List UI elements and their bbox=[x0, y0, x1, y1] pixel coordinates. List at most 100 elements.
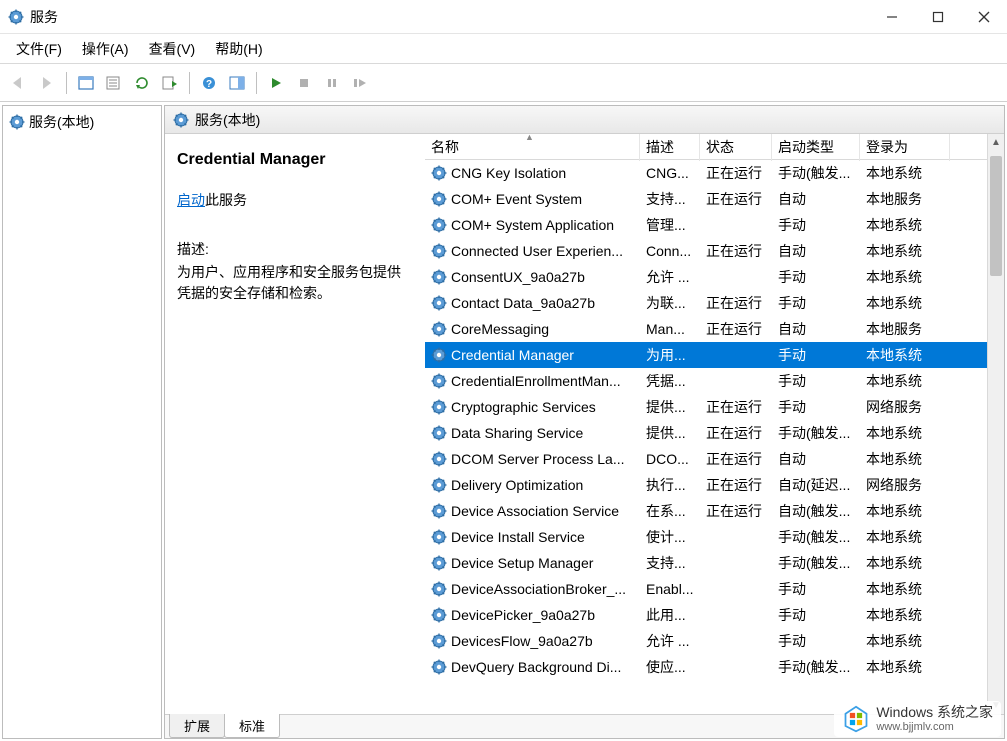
gear-icon bbox=[431, 191, 447, 207]
gear-icon bbox=[431, 321, 447, 337]
gear-icon bbox=[431, 529, 447, 545]
service-row[interactable]: COM+ Event System支持...正在运行自动本地服务 bbox=[425, 186, 987, 212]
service-logon-cell: 本地服务 bbox=[860, 187, 950, 211]
service-desc-cell: 使计... bbox=[640, 525, 700, 549]
console-tree[interactable]: 服务(本地) bbox=[2, 105, 162, 739]
nav-back-button[interactable] bbox=[6, 70, 32, 96]
service-name-cell: DCOM Server Process La... bbox=[451, 451, 625, 467]
gear-icon bbox=[431, 165, 447, 181]
gear-icon bbox=[431, 607, 447, 623]
service-desc-cell: Man... bbox=[640, 319, 700, 339]
service-row[interactable]: Device Install Service使计...手动(触发...本地系统 bbox=[425, 524, 987, 550]
service-name-cell: ConsentUX_9a0a27b bbox=[451, 269, 585, 285]
service-logon-cell: 本地系统 bbox=[860, 499, 950, 523]
tree-root-services-local[interactable]: 服务(本地) bbox=[7, 110, 157, 134]
restart-service-button[interactable] bbox=[347, 70, 373, 96]
help-button[interactable]: ? bbox=[196, 70, 222, 96]
service-row[interactable]: DeviceAssociationBroker_...Enabl...手动本地系… bbox=[425, 576, 987, 602]
column-header-description[interactable]: 描述 bbox=[640, 134, 700, 161]
start-service-button[interactable] bbox=[263, 70, 289, 96]
main-area: 服务(本地) 服务(本地) Credential Manager 启动此服务 描… bbox=[0, 102, 1007, 741]
service-row[interactable]: Connected User Experien...Conn...正在运行自动本… bbox=[425, 238, 987, 264]
service-logon-cell: 本地系统 bbox=[860, 343, 950, 367]
service-row[interactable]: CoreMessagingMan...正在运行自动本地服务 bbox=[425, 316, 987, 342]
list-header: 名称 描述 状态 启动类型 登录为 ▲ bbox=[425, 134, 987, 160]
nav-forward-button[interactable] bbox=[34, 70, 60, 96]
maximize-button[interactable] bbox=[915, 0, 961, 33]
pause-service-button[interactable] bbox=[319, 70, 345, 96]
column-header-logon-as[interactable]: 登录为 bbox=[860, 134, 950, 161]
service-row[interactable]: CNG Key IsolationCNG...正在运行手动(触发...本地系统 bbox=[425, 160, 987, 186]
service-action-suffix: 此服务 bbox=[205, 192, 247, 208]
service-row[interactable]: DevQuery Background Di...使应...手动(触发...本地… bbox=[425, 654, 987, 680]
service-row[interactable]: Device Association Service在系...正在运行自动(触发… bbox=[425, 498, 987, 524]
toolbar: ? bbox=[0, 64, 1007, 102]
start-service-link[interactable]: 启动 bbox=[177, 192, 205, 208]
scrollbar-thumb[interactable] bbox=[990, 156, 1002, 276]
service-desc-cell: 允许 ... bbox=[640, 629, 700, 653]
export-list-button[interactable] bbox=[157, 70, 183, 96]
service-logon-cell: 本地系统 bbox=[860, 213, 950, 237]
service-action-line: 启动此服务 bbox=[177, 190, 413, 211]
service-row[interactable]: DCOM Server Process La...DCO...正在运行自动本地系… bbox=[425, 446, 987, 472]
tab-standard[interactable]: 标准 bbox=[224, 714, 280, 738]
toolbar-separator bbox=[189, 72, 190, 94]
description-text: 为用户、应用程序和安全服务包提供凭据的安全存储和检索。 bbox=[177, 262, 413, 304]
service-row[interactable]: DevicesFlow_9a0a27b允许 ...手动本地系统 bbox=[425, 628, 987, 654]
menu-file[interactable]: 文件(F) bbox=[6, 35, 72, 63]
vertical-scrollbar[interactable]: ▲ ▼ bbox=[987, 134, 1004, 714]
menu-help[interactable]: 帮助(H) bbox=[205, 35, 272, 63]
service-row[interactable]: Credential Manager为用...手动本地系统 bbox=[425, 342, 987, 368]
refresh-button[interactable] bbox=[129, 70, 155, 96]
column-header-startup-type[interactable]: 启动类型 bbox=[772, 134, 860, 161]
gear-icon bbox=[431, 451, 447, 467]
service-row[interactable]: DevicePicker_9a0a27b此用...手动本地系统 bbox=[425, 602, 987, 628]
show-hide-action-pane-button[interactable] bbox=[224, 70, 250, 96]
service-desc-cell: 提供... bbox=[640, 421, 700, 445]
service-desc-cell: 为用... bbox=[640, 343, 700, 367]
service-row[interactable]: COM+ System Application管理...手动本地系统 bbox=[425, 212, 987, 238]
toolbar-separator bbox=[256, 72, 257, 94]
scroll-down-arrow[interactable]: ▼ bbox=[988, 697, 1004, 714]
service-startup-cell: 手动 bbox=[772, 395, 860, 419]
gear-icon bbox=[431, 399, 447, 415]
menu-view[interactable]: 查看(V) bbox=[139, 35, 206, 63]
service-name-cell: Credential Manager bbox=[451, 347, 574, 363]
service-row[interactable]: ConsentUX_9a0a27b允许 ...手动本地系统 bbox=[425, 264, 987, 290]
scroll-up-arrow[interactable]: ▲ bbox=[988, 134, 1004, 151]
stop-service-button[interactable] bbox=[291, 70, 317, 96]
service-startup-cell: 手动(触发... bbox=[772, 655, 860, 679]
close-button[interactable] bbox=[961, 0, 1007, 33]
service-startup-cell: 手动(触发... bbox=[772, 525, 860, 549]
service-logon-cell: 网络服务 bbox=[860, 473, 950, 497]
service-row[interactable]: Device Setup Manager支持...手动(触发...本地系统 bbox=[425, 550, 987, 576]
list-rows[interactable]: CNG Key IsolationCNG...正在运行手动(触发...本地系统C… bbox=[425, 160, 987, 680]
service-name-cell: Data Sharing Service bbox=[451, 425, 583, 441]
service-desc-cell: 支持... bbox=[640, 187, 700, 211]
service-row[interactable]: Contact Data_9a0a27b为联...正在运行手动本地系统 bbox=[425, 290, 987, 316]
service-desc-cell: 提供... bbox=[640, 395, 700, 419]
service-status-cell: 正在运行 bbox=[700, 239, 772, 263]
tab-extended[interactable]: 扩展 bbox=[169, 714, 225, 738]
minimize-button[interactable] bbox=[869, 0, 915, 33]
service-name-cell: Device Install Service bbox=[451, 529, 585, 545]
column-header-status[interactable]: 状态 bbox=[700, 134, 772, 161]
properties-button[interactable] bbox=[101, 70, 127, 96]
service-row[interactable]: CredentialEnrollmentMan...凭据...手动本地系统 bbox=[425, 368, 987, 394]
service-row[interactable]: Cryptographic Services提供...正在运行手动网络服务 bbox=[425, 394, 987, 420]
gear-icon bbox=[431, 425, 447, 441]
show-hide-console-tree-button[interactable] bbox=[73, 70, 99, 96]
service-status-cell: 正在运行 bbox=[700, 161, 772, 185]
service-name-cell: DevQuery Background Di... bbox=[451, 659, 621, 675]
service-desc-cell: 支持... bbox=[640, 551, 700, 575]
gear-icon bbox=[431, 555, 447, 571]
service-status-cell bbox=[700, 639, 772, 643]
service-logon-cell: 本地系统 bbox=[860, 291, 950, 315]
service-startup-cell: 自动(延迟... bbox=[772, 473, 860, 497]
service-row[interactable]: Delivery Optimization执行...正在运行自动(延迟...网络… bbox=[425, 472, 987, 498]
menu-action[interactable]: 操作(A) bbox=[72, 35, 139, 63]
service-startup-cell: 手动(触发... bbox=[772, 551, 860, 575]
service-row[interactable]: Data Sharing Service提供...正在运行手动(触发...本地系… bbox=[425, 420, 987, 446]
service-name-cell: CNG Key Isolation bbox=[451, 165, 566, 181]
service-logon-cell: 本地系统 bbox=[860, 447, 950, 471]
